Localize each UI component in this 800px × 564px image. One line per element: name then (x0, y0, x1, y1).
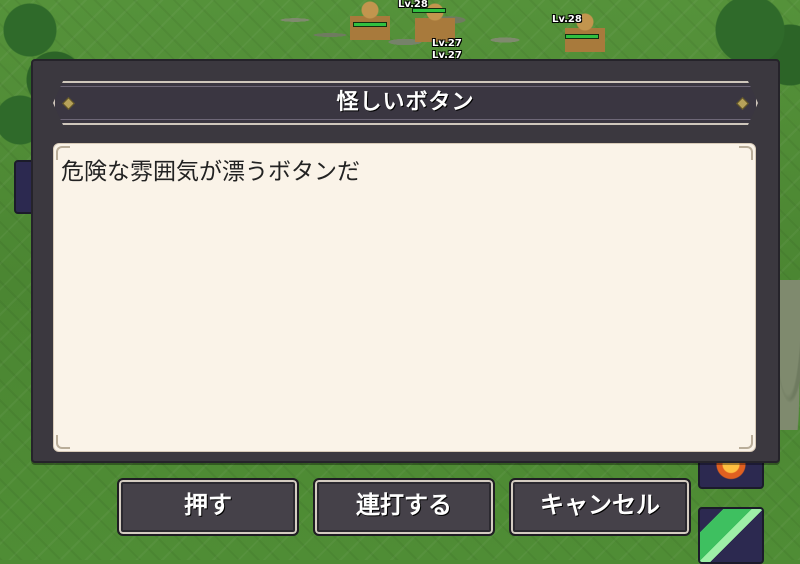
item-dialog: 怪しいボタン 危険な雰囲気が漂うボタンだ (31, 59, 780, 463)
enemy-hp-bar (353, 22, 387, 27)
dialog-title: 怪しいボタン (336, 90, 475, 115)
enemy-hp-bar (412, 8, 446, 13)
leaf-skill-icon[interactable] (698, 507, 764, 564)
dialog-body: 危険な雰囲気が漂うボタンだ (53, 143, 756, 452)
corner-ornament (739, 146, 753, 160)
corner-ornament (56, 435, 70, 449)
push-button[interactable]: 押す (117, 478, 299, 536)
dialog-description: 危険な雰囲気が漂うボタンだ (61, 159, 360, 185)
cancel-button[interactable]: キャンセル (509, 478, 691, 536)
rapid-press-button[interactable]: 連打する (313, 478, 495, 536)
corner-ornament (739, 435, 753, 449)
enemy-level-label: Lv.27 (432, 38, 462, 49)
dialog-title-bar: 怪しいボタン (53, 81, 758, 125)
enemy-level-label: Lv.28 (552, 14, 582, 25)
enemy-hp-bar (565, 34, 599, 39)
